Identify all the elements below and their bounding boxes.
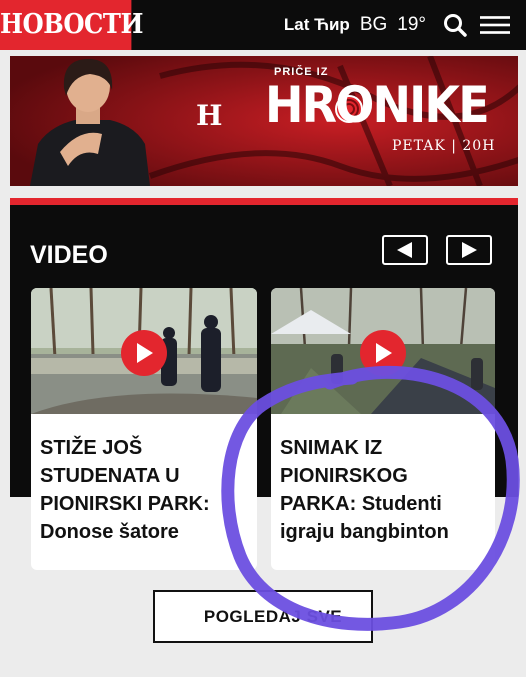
section-title: VIDEO (30, 241, 108, 269)
arrow-right-icon (462, 242, 477, 258)
play-icon[interactable] (121, 330, 167, 376)
promo-banner[interactable]: H PRIČE IZ HRONIKE PETAK | 20H (10, 56, 518, 186)
video-card-title[interactable]: SNIMAK IZ PIONIRSKOG PARKA: Studenti igr… (280, 434, 487, 546)
site-logo[interactable]: НОВОСТИ (0, 0, 144, 50)
temperature-label: 19° (397, 14, 426, 35)
header-nav: Lat Ћир BG 19° (284, 0, 510, 50)
show-schedule: PETAK | 20H (392, 138, 496, 154)
script-toggle[interactable]: Lat Ћир (284, 15, 350, 35)
view-all-button[interactable]: POGLEDAJ SVE (153, 590, 373, 643)
video-thumbnail[interactable] (31, 288, 257, 414)
video-thumbnail[interactable] (271, 288, 495, 414)
video-card[interactable]: STIŽE JOŠ STUDENATA U PIONIRSKI PARK: Do… (31, 288, 257, 570)
prev-button[interactable] (382, 235, 428, 265)
video-card[interactable]: SNIMAK IZ PIONIRSKOG PARKA: Studenti igr… (271, 288, 495, 570)
search-icon[interactable] (440, 10, 470, 40)
play-icon[interactable] (360, 330, 406, 376)
next-button[interactable] (446, 235, 492, 265)
show-title: HRONIKE (265, 76, 490, 134)
video-card-title[interactable]: STIŽE JOŠ STUDENATA U PIONIRSKI PARK: Do… (40, 434, 249, 546)
site-header: НОВОСТИ Lat Ћир BG 19° (0, 0, 526, 50)
hamburger-menu-icon[interactable] (480, 10, 510, 40)
region-label[interactable]: BG (360, 14, 387, 36)
channel-mark: H (196, 99, 223, 132)
arrow-left-icon (397, 242, 412, 258)
